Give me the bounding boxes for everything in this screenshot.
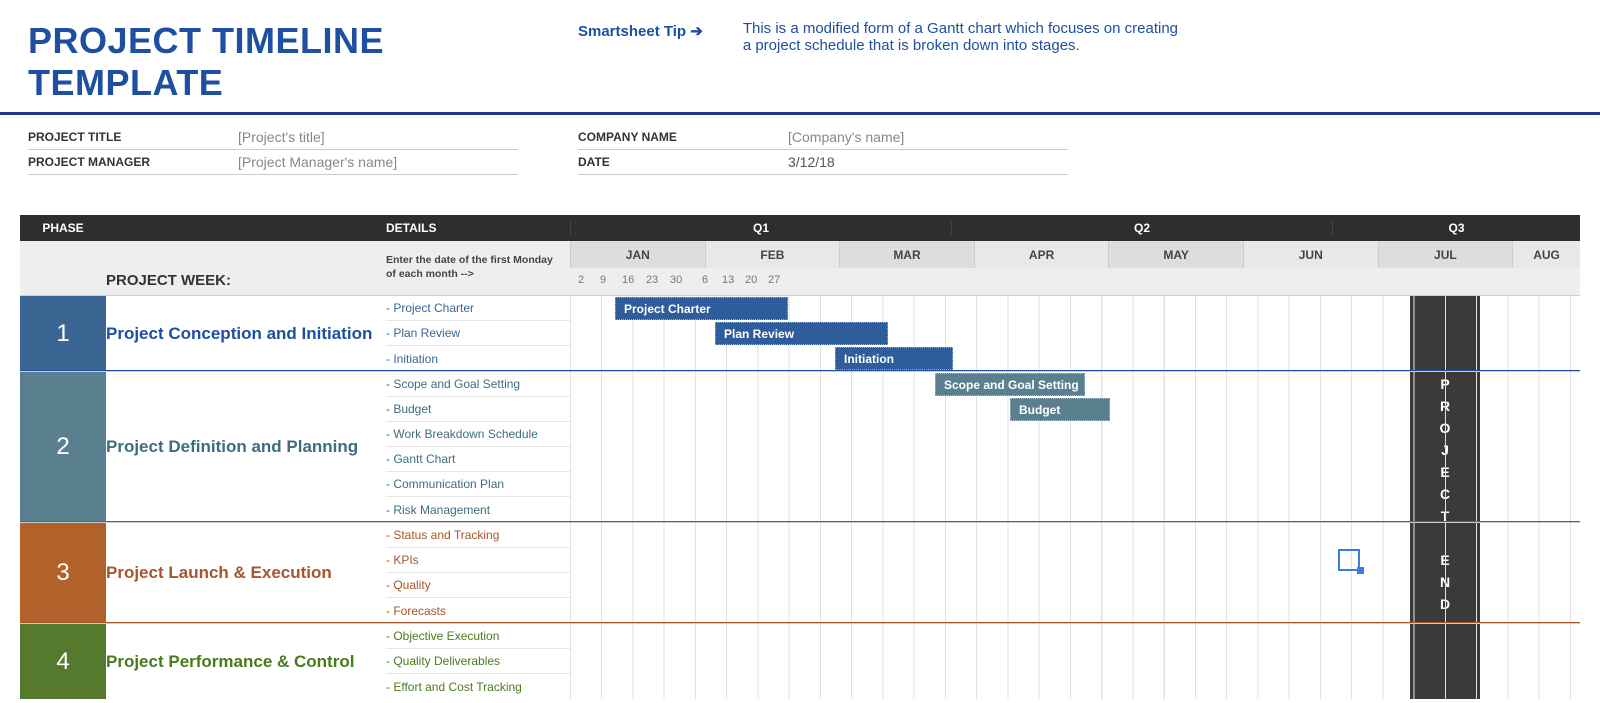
- phase-details: - Objective Execution- Quality Deliverab…: [386, 624, 570, 699]
- week-num: 2: [578, 274, 584, 286]
- phase-number: 1: [20, 296, 106, 371]
- week-num: 13: [722, 274, 734, 286]
- month-jan: JAN: [570, 241, 705, 268]
- gantt-header-row: PHASE DETAILS Q1 Q2 Q3: [20, 215, 1580, 241]
- detail-item[interactable]: - Budget: [386, 397, 570, 422]
- meta-col-right: COMPANY NAME [Company's name] DATE 3/12/…: [578, 125, 1068, 175]
- detail-item[interactable]: - Gantt Chart: [386, 447, 570, 472]
- detail-item[interactable]: - Quality: [386, 573, 570, 598]
- meta-section: PROJECT TITLE [Project's title] PROJECT …: [0, 115, 1600, 215]
- phase-separator: [20, 698, 1580, 700]
- meta-label: PROJECT TITLE: [28, 130, 238, 144]
- phase-details: - Scope and Goal Setting- Budget- Work B…: [386, 372, 570, 522]
- month-jul: JUL: [1378, 241, 1513, 268]
- detail-item[interactable]: - Initiation: [386, 346, 570, 371]
- project-week-label: PROJECT WEEK:: [106, 272, 231, 289]
- smartsheet-tip-label[interactable]: Smartsheet Tip ➔: [578, 20, 703, 40]
- phase-row: 3Project Launch & Execution- Status and …: [20, 522, 1580, 623]
- col-header-details: DETAILS: [386, 221, 570, 235]
- months-container: JAN FEB MAR APR MAY JUN JUL AUG 2 9 16 23 30…: [570, 241, 1580, 295]
- gantt-bar[interactable]: Plan Review: [715, 322, 888, 345]
- detail-item[interactable]: - Work Breakdown Schedule: [386, 422, 570, 447]
- phase-details: - Project Charter- Plan Review- Initiati…: [386, 296, 570, 371]
- month-aug: AUG: [1512, 241, 1580, 268]
- meta-row[interactable]: PROJECT TITLE [Project's title]: [28, 125, 518, 150]
- meta-row[interactable]: PROJECT MANAGER [Project Manager's name]: [28, 150, 518, 175]
- phase-number: 2: [20, 372, 106, 522]
- meta-value[interactable]: 3/12/18: [788, 154, 835, 170]
- detail-item[interactable]: - Status and Tracking: [386, 523, 570, 548]
- phases-container: PROJECT END 1Project Conception and Init…: [20, 295, 1580, 699]
- gantt-chart: PHASE DETAILS Q1 Q2 Q3 PROJECT WEEK: Ent…: [20, 215, 1580, 699]
- meta-row[interactable]: COMPANY NAME [Company's name]: [578, 125, 1068, 150]
- meta-col-left: PROJECT TITLE [Project's title] PROJECT …: [28, 125, 518, 175]
- phase-title[interactable]: Project Definition and Planning: [106, 372, 386, 522]
- meta-value[interactable]: [Project Manager's name]: [238, 154, 397, 170]
- gantt-area[interactable]: [570, 624, 1580, 699]
- detail-item[interactable]: - KPIs: [386, 548, 570, 573]
- detail-item[interactable]: - Communication Plan: [386, 472, 570, 497]
- col-header-q2: Q2: [951, 221, 1332, 235]
- week-num: 23: [646, 274, 658, 286]
- phase-row: 2Project Definition and Planning- Scope …: [20, 371, 1580, 522]
- phase-number: 4: [20, 624, 106, 699]
- detail-item[interactable]: - Scope and Goal Setting: [386, 372, 570, 397]
- month-apr: APR: [974, 241, 1109, 268]
- meta-row[interactable]: DATE 3/12/18: [578, 150, 1068, 175]
- selection-handle[interactable]: [1357, 567, 1364, 574]
- months-row: JAN FEB MAR APR MAY JUN JUL AUG: [570, 241, 1580, 268]
- header: PROJECT TIMELINE TEMPLATE Smartsheet Tip…: [0, 0, 1600, 115]
- gantt-bar[interactable]: Budget: [1010, 398, 1110, 421]
- meta-value[interactable]: [Project's title]: [238, 129, 325, 145]
- weeks-row: 2 9 16 23 30 6 13 20 27: [570, 268, 1580, 295]
- phase-details: - Status and Tracking- KPIs- Quality- Fo…: [386, 523, 570, 623]
- col-header-q1: Q1: [570, 221, 951, 235]
- page-title: PROJECT TIMELINE TEMPLATE: [28, 20, 538, 104]
- detail-item[interactable]: - Forecasts: [386, 598, 570, 623]
- phase-title[interactable]: Project Launch & Execution: [106, 523, 386, 623]
- detail-item[interactable]: - Quality Deliverables: [386, 649, 570, 674]
- detail-item[interactable]: - Project Charter: [386, 296, 570, 321]
- detail-item[interactable]: - Effort and Cost Tracking: [386, 674, 570, 699]
- gantt-bar[interactable]: Scope and Goal Setting: [935, 373, 1085, 396]
- week-num: 27: [768, 274, 780, 286]
- smartsheet-tip-text: This is a modified form of a Gantt chart…: [743, 20, 1183, 54]
- gantt-bar[interactable]: Project Charter: [615, 297, 788, 320]
- col-header-phase: PHASE: [20, 221, 106, 235]
- month-mar: MAR: [839, 241, 974, 268]
- meta-label: DATE: [578, 155, 788, 169]
- week-num: 20: [745, 274, 757, 286]
- gantt-subheader: PROJECT WEEK: Enter the date of the firs…: [20, 241, 1580, 295]
- meta-value[interactable]: [Company's name]: [788, 129, 904, 145]
- sub-left: [20, 241, 106, 295]
- week-num: 30: [670, 274, 682, 286]
- detail-item[interactable]: - Risk Management: [386, 497, 570, 522]
- phase-number: 3: [20, 523, 106, 623]
- month-may: MAY: [1108, 241, 1243, 268]
- week-num: 6: [702, 274, 708, 286]
- detail-item[interactable]: - Plan Review: [386, 321, 570, 346]
- gantt-area[interactable]: Project CharterPlan ReviewInitiation: [570, 296, 1580, 371]
- month-jun: JUN: [1243, 241, 1378, 268]
- phase-title[interactable]: Project Performance & Control: [106, 624, 386, 699]
- col-header-q3: Q3: [1332, 221, 1580, 235]
- project-week-label-wrap: PROJECT WEEK:: [106, 241, 386, 295]
- phase-title[interactable]: Project Conception and Initiation: [106, 296, 386, 371]
- meta-label: COMPANY NAME: [578, 130, 788, 144]
- phase-row: 1Project Conception and Initiation- Proj…: [20, 295, 1580, 371]
- month-feb: FEB: [705, 241, 840, 268]
- phase-row: 4Project Performance & Control- Objectiv…: [20, 623, 1580, 699]
- gantt-area[interactable]: Scope and Goal SettingBudget: [570, 372, 1580, 522]
- detail-item[interactable]: - Objective Execution: [386, 624, 570, 649]
- week-num: 9: [600, 274, 606, 286]
- gantt-bar[interactable]: Initiation: [835, 347, 953, 370]
- meta-label: PROJECT MANAGER: [28, 155, 238, 169]
- gantt-area[interactable]: [570, 523, 1580, 623]
- week-num: 16: [622, 274, 634, 286]
- date-hint: Enter the date of the first Monday of ea…: [386, 241, 570, 295]
